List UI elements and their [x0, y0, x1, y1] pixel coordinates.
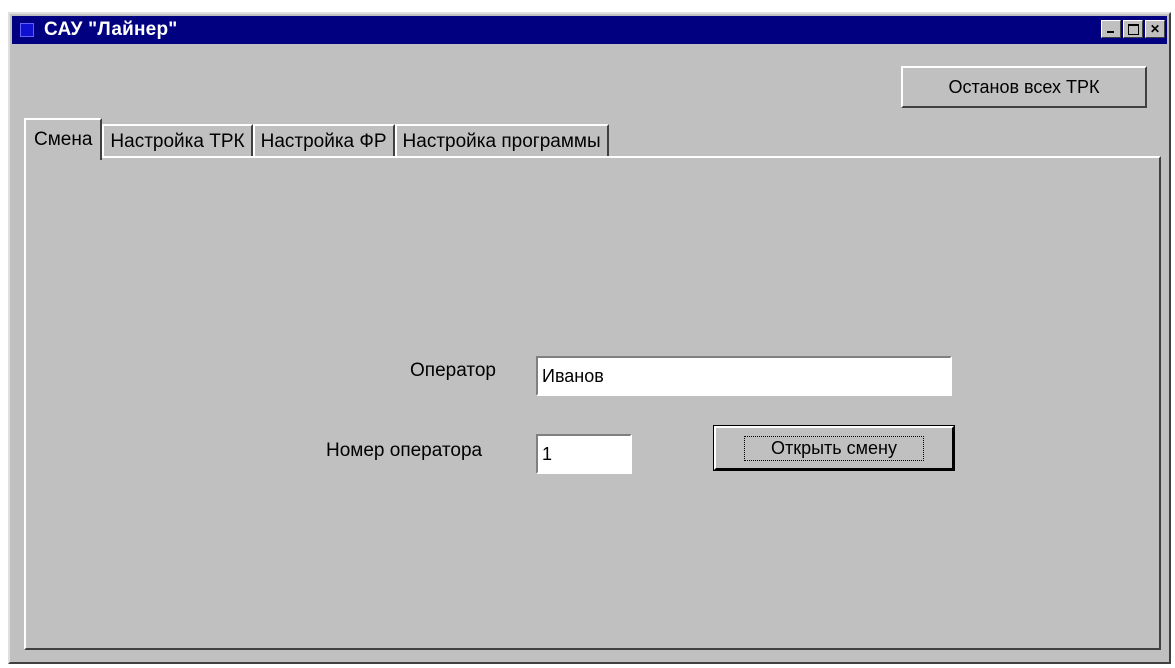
- tab-pump-settings-label: Настройка ТРК: [110, 131, 245, 152]
- minimize-icon: [1107, 31, 1114, 33]
- close-button[interactable]: ✕: [1145, 20, 1165, 38]
- stop-all-pumps-label: Останов всех ТРК: [948, 76, 1100, 97]
- title-bar[interactable]: САУ "Лайнер" ✕: [12, 16, 1167, 44]
- window-controls: ✕: [1101, 20, 1165, 38]
- app-window: САУ "Лайнер" ✕ Останов всех ТРК Смена На…: [8, 12, 1171, 664]
- tab-shift-label: Смена: [34, 129, 93, 150]
- maximize-button[interactable]: [1123, 20, 1143, 38]
- stop-all-pumps-button[interactable]: Останов всех ТРК: [901, 66, 1147, 108]
- tab-program-settings-label: Настройка программы: [402, 131, 601, 152]
- tab-program-settings[interactable]: Настройка программы: [394, 124, 609, 158]
- tab-strip: Смена Настройка ТРК Настройка ФР Настрой…: [24, 118, 609, 160]
- tab-pump-settings[interactable]: Настройка ТРК: [102, 124, 253, 158]
- open-shift-label: Открыть смену: [743, 435, 925, 461]
- minimize-button[interactable]: [1101, 20, 1121, 38]
- tab-fiscal-settings[interactable]: Настройка ФР: [252, 124, 395, 158]
- window-title: САУ "Лайнер": [44, 19, 178, 40]
- tab-fiscal-settings-label: Настройка ФР: [260, 131, 387, 152]
- maximize-icon: [1128, 24, 1139, 35]
- shift-tab-panel: Оператор Иванов Номер оператора 1 Открыт…: [24, 156, 1161, 650]
- app-icon[interactable]: [20, 23, 34, 37]
- operator-number-label: Номер оператора: [326, 440, 483, 461]
- tab-shift[interactable]: Смена: [24, 118, 103, 160]
- close-icon: ✕: [1149, 22, 1161, 36]
- operator-number-field[interactable]: 1: [536, 434, 632, 474]
- operator-label: Оператор: [410, 360, 496, 381]
- operator-field[interactable]: Иванов: [536, 356, 952, 396]
- open-shift-button[interactable]: Открыть смену: [713, 425, 955, 471]
